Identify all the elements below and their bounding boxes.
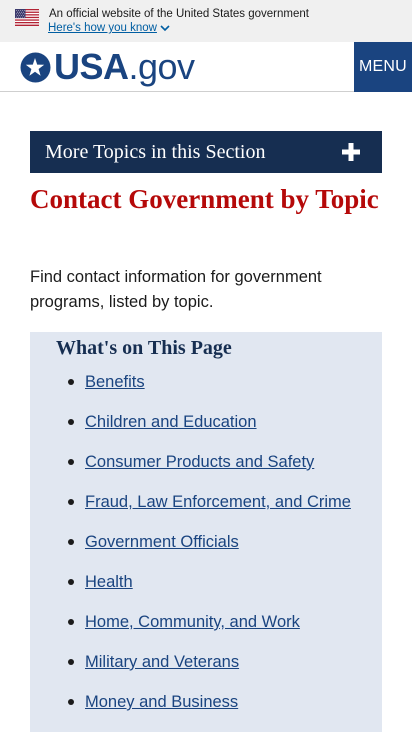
official-website-text: An official website of the United States… [49, 8, 309, 20]
toc-link-money-business[interactable]: Money and Business [85, 693, 238, 711]
site-header: USA.gov MENU [0, 42, 412, 92]
on-this-page-box: What's on This Page Benefits Children an… [30, 332, 382, 732]
toc-link-government-officials[interactable]: Government Officials [85, 533, 239, 551]
page-intro: Find contact information for government … [30, 268, 322, 311]
usagov-star-icon [20, 52, 51, 82]
list-item: Government Officials [68, 530, 351, 570]
toc-link-benefits[interactable]: Benefits [85, 373, 145, 391]
toc-link-military-veterans[interactable]: Military and Veterans [85, 653, 239, 671]
logo-gov-text: .gov [128, 46, 196, 87]
menu-button[interactable]: MENU [354, 42, 412, 92]
heres-how-you-know-label: Here's how you know [48, 22, 157, 34]
chevron-down-icon [160, 24, 170, 31]
more-topics-label: More Topics in this Section [45, 140, 266, 163]
logo-usa-text: USA [54, 46, 129, 87]
toc-link-children-education[interactable]: Children and Education [85, 413, 257, 431]
list-item: Home, Community, and Work [68, 610, 351, 650]
plus-icon [342, 143, 360, 161]
heres-how-you-know-link[interactable]: Here's how you know [48, 21, 170, 35]
gov-banner: An official website of the United States… [0, 0, 412, 42]
on-this-page-list: Benefits Children and Education Consumer… [68, 370, 351, 730]
us-flag-icon [15, 9, 39, 26]
list-item: Military and Veterans [68, 650, 351, 690]
toc-link-home-community-work[interactable]: Home, Community, and Work [85, 613, 300, 631]
list-item: Consumer Products and Safety [68, 450, 351, 490]
more-topics-accordion-button[interactable]: More Topics in this Section [30, 131, 382, 173]
list-item: Benefits [68, 370, 351, 410]
list-item: Children and Education [68, 410, 351, 450]
page-title: Contact Government by Topic [30, 184, 379, 214]
toc-link-fraud-law-crime[interactable]: Fraud, Law Enforcement, and Crime [85, 493, 351, 511]
on-this-page-title: What's on This Page [56, 337, 232, 359]
list-item: Health [68, 570, 351, 610]
usagov-logo-link[interactable]: USA.gov [20, 49, 195, 85]
list-item: Fraud, Law Enforcement, and Crime [68, 490, 351, 530]
toc-link-health[interactable]: Health [85, 573, 133, 591]
list-item: Money and Business [68, 690, 351, 730]
toc-link-consumer-products[interactable]: Consumer Products and Safety [85, 453, 314, 471]
usagov-wordmark: USA.gov [54, 49, 195, 85]
